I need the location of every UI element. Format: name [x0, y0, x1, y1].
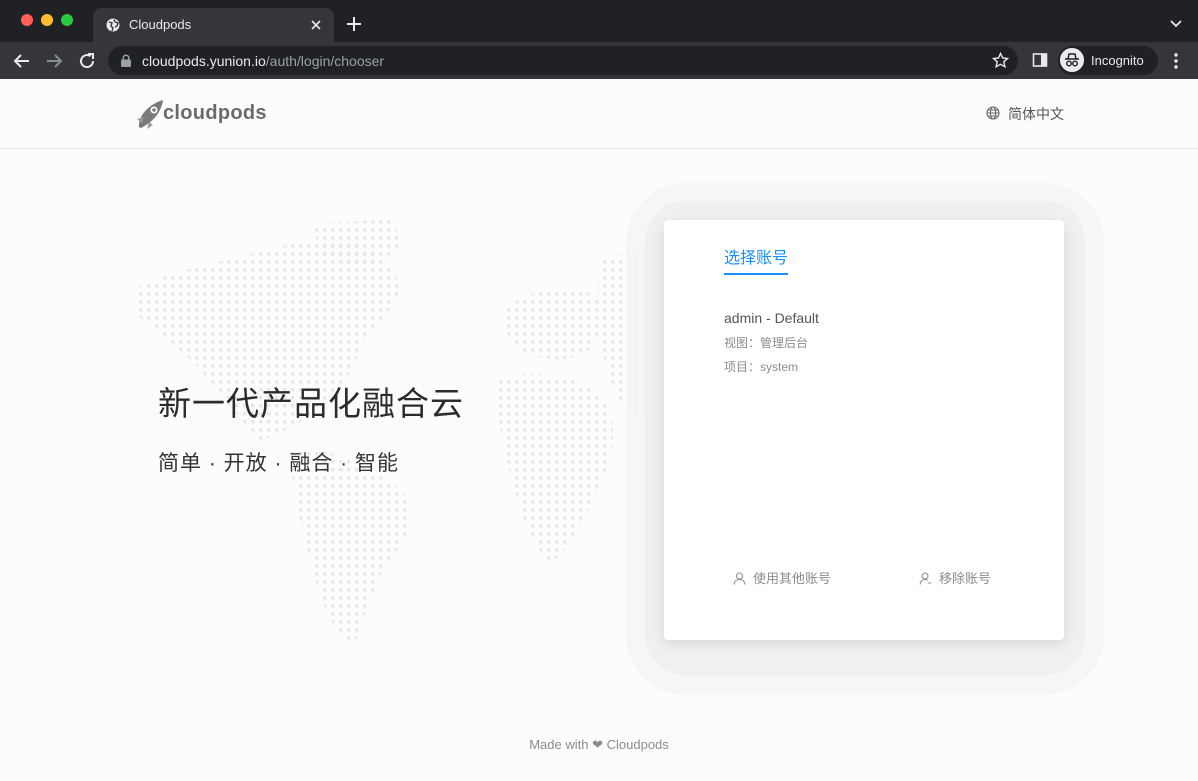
globe-icon: [106, 18, 120, 32]
browser-tab[interactable]: Cloudpods: [93, 8, 334, 42]
remove-account-label: 移除账号: [939, 571, 992, 586]
page-header: cloudpods 简体中文: [0, 79, 1198, 149]
account-item[interactable]: admin - Default 视图：管理后台 项目：system: [724, 310, 1024, 382]
more-icon[interactable]: [1172, 52, 1180, 70]
footer-made-with: Made with: [529, 737, 589, 752]
cloudpods-logo[interactable]: cloudpods: [135, 97, 267, 131]
forward-icon[interactable]: [44, 51, 64, 71]
account-view: 视图：管理后台: [724, 336, 809, 350]
url-text[interactable]: cloudpods.yunion.io/auth/login/chooser: [142, 53, 384, 69]
url-path: /auth/login/chooser: [265, 53, 385, 69]
user-icon: [733, 572, 746, 585]
back-icon[interactable]: [12, 51, 32, 71]
incognito-badge[interactable]: Incognito: [1058, 46, 1158, 75]
minimize-window-button[interactable]: [41, 14, 53, 26]
incognito-label: Incognito: [1091, 53, 1144, 68]
account-chooser-card: 选择账号 admin - Default 视图：管理后台 项目：system 使…: [664, 220, 1064, 640]
address-bar[interactable]: cloudpods.yunion.io/auth/login/chooser: [108, 46, 1018, 75]
globe-icon: [986, 106, 1000, 120]
page-footer: Made with ❤ Cloudpods: [0, 737, 1198, 753]
incognito-icon: [1060, 48, 1084, 72]
close-tab-icon[interactable]: [308, 17, 324, 33]
language-label: 简体中文: [1008, 106, 1064, 122]
close-window-button[interactable]: [21, 14, 33, 26]
footer-brand: Cloudpods: [606, 737, 669, 752]
lock-icon[interactable]: [120, 54, 132, 67]
star-icon[interactable]: [992, 52, 1009, 69]
tab-search-icon[interactable]: [1168, 15, 1184, 31]
world-map-illustration: [135, 219, 690, 644]
browser-toolbar: cloudpods.yunion.io/auth/login/chooser I…: [0, 42, 1198, 79]
heart-icon: ❤: [592, 737, 603, 752]
account-project: 项目：system: [724, 360, 799, 374]
side-panel-icon[interactable]: [1032, 52, 1048, 68]
account-name: admin - Default: [724, 310, 819, 326]
login-page: cloudpods 简体中文 新一代产品化融合云 简单 · 开放 · 融合 · …: [0, 79, 1198, 781]
use-other-account-button[interactable]: 使用其他账号: [733, 568, 831, 587]
use-other-account-label: 使用其他账号: [753, 571, 832, 586]
logo-text: cloudpods: [163, 102, 267, 124]
url-host: cloudpods.yunion.io: [142, 53, 266, 69]
remove-account-button[interactable]: 移除账号: [919, 568, 991, 587]
user-remove-icon: [919, 572, 932, 585]
maximize-window-button[interactable]: [61, 14, 73, 26]
hero-slogan: 新一代产品化融合云: [158, 385, 464, 422]
tab-choose-account[interactable]: 选择账号: [724, 244, 789, 275]
new-tab-icon[interactable]: [345, 15, 363, 33]
reload-icon[interactable]: [77, 51, 97, 71]
hero-subslogan: 简单 · 开放 · 融合 · 智能: [158, 452, 399, 475]
tab-title: Cloudpods: [129, 17, 192, 32]
browser-titlebar: Cloudpods: [0, 0, 1198, 42]
